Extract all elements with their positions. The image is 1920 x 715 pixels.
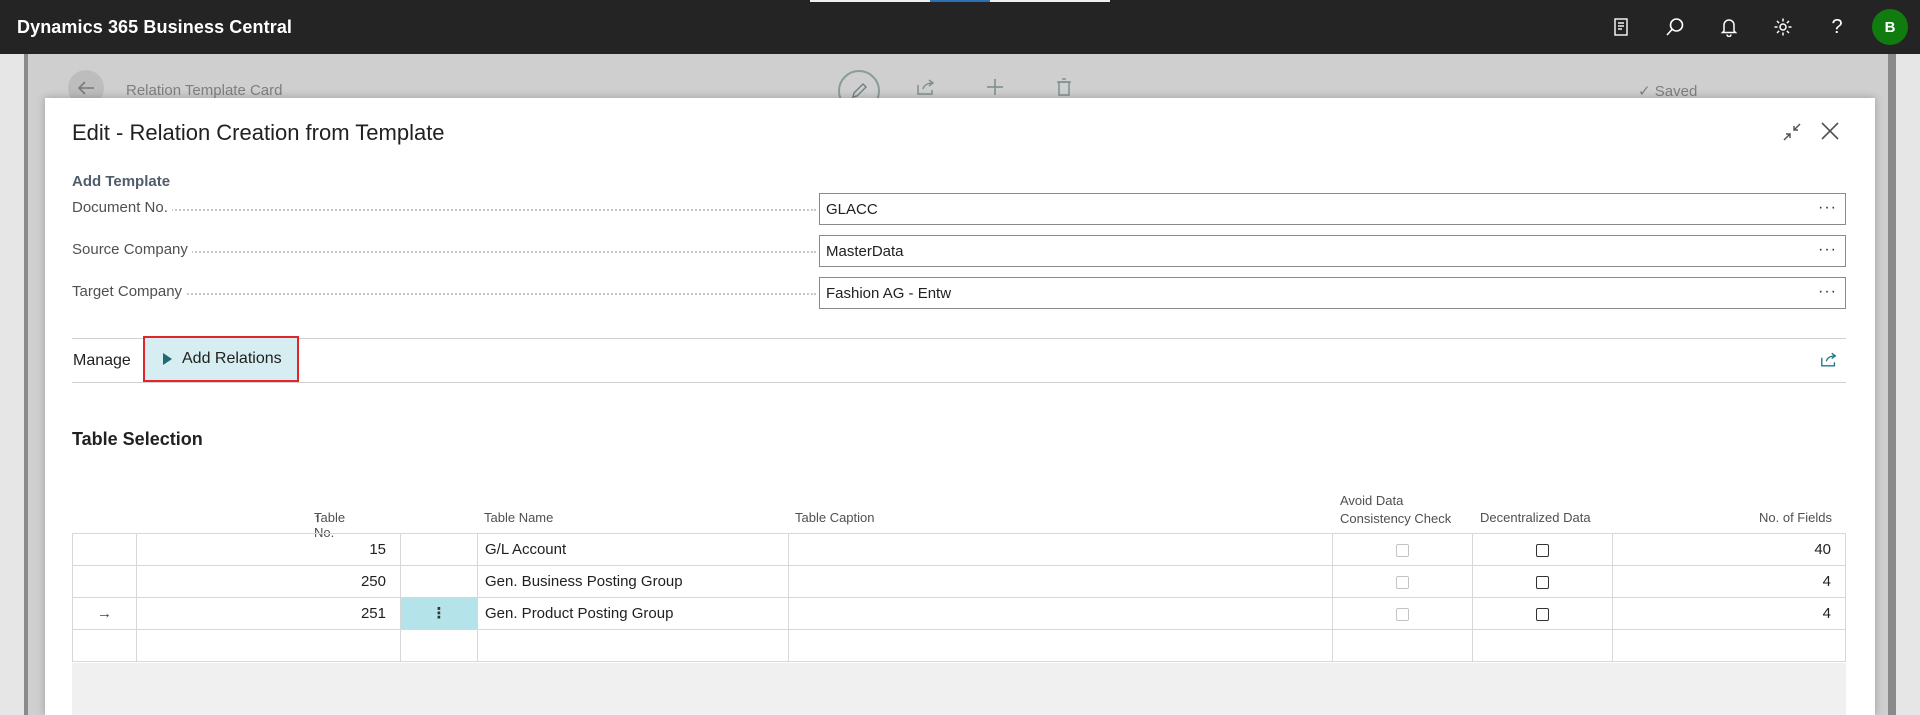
table-no-cell[interactable]: 251	[137, 598, 401, 629]
col-table-name[interactable]: Table Name	[484, 510, 553, 525]
table-grid: 15 G/L Account 40 250 Gen. Business Post…	[72, 533, 1846, 662]
play-icon	[163, 353, 172, 365]
row-menu-cell[interactable]	[401, 630, 478, 661]
bell-icon[interactable]	[1702, 0, 1756, 54]
share-icon[interactable]	[1820, 351, 1838, 373]
table-row-empty[interactable]	[73, 630, 1845, 662]
table-selection-title: Table Selection	[72, 429, 203, 449]
avoid-check-cell	[1333, 630, 1473, 661]
add-relations-button[interactable]: Add Relations	[143, 336, 299, 382]
no-of-fields-cell[interactable]: 4	[1613, 598, 1845, 629]
section-label: Add Template	[72, 173, 171, 190]
row-marker	[73, 630, 137, 661]
lookup-ellipsis-icon[interactable]: ···	[1818, 278, 1837, 306]
table-name-cell[interactable]: G/L Account	[478, 534, 789, 565]
action-bar: Manage Add Relations	[72, 336, 1846, 383]
col-no-of-fields[interactable]: No. of Fields	[1759, 510, 1832, 525]
avoid-check-cell	[1333, 598, 1473, 629]
lookup-ellipsis-icon[interactable]: ···	[1818, 194, 1837, 222]
app-bar-strip-active	[930, 0, 990, 2]
table-row[interactable]: 250 Gen. Business Posting Group 4	[73, 566, 1845, 598]
field-value: MasterData	[826, 243, 904, 260]
row-marker	[73, 534, 137, 565]
background-breadcrumb: Relation Template Card	[126, 82, 283, 99]
manage-menu[interactable]: Manage	[73, 352, 131, 370]
search-icon[interactable]	[1648, 0, 1702, 54]
decentralized-cell[interactable]	[1473, 534, 1613, 565]
table-no-cell[interactable]	[137, 630, 401, 661]
document-no-field[interactable]: GLACC ···	[819, 193, 1846, 225]
row-marker	[73, 566, 137, 597]
table-name-cell[interactable]	[478, 630, 789, 661]
table-row-selected[interactable]: → 251 ⋮ Gen. Product Posting Group 4	[73, 598, 1845, 630]
dotted-leader	[72, 209, 816, 211]
col-avoid-check-line2[interactable]: Consistency Check	[1340, 511, 1451, 526]
avoid-check-cell	[1333, 534, 1473, 565]
dialog-title: Edit - Relation Creation from Template	[72, 120, 445, 145]
decentralized-checkbox[interactable]	[1536, 607, 1549, 621]
app-bar: Dynamics 365 Business Central ? B	[0, 0, 1920, 54]
col-decentralized[interactable]: Decentralized Data	[1480, 510, 1591, 525]
collapse-icon[interactable]	[1782, 122, 1802, 147]
gear-icon[interactable]	[1756, 0, 1810, 54]
decentralized-checkbox[interactable]	[1536, 543, 1549, 557]
row-menu-cell[interactable]	[401, 534, 478, 565]
document-icon[interactable]	[1594, 0, 1648, 54]
decentralized-cell[interactable]	[1473, 630, 1613, 661]
no-of-fields-cell[interactable]: 40	[1613, 534, 1845, 565]
table-empty-area	[72, 663, 1846, 715]
field-value: GLACC	[826, 201, 878, 218]
avoid-check-cell	[1333, 566, 1473, 597]
field-row-document-no: Document No. GLACC ···	[72, 193, 1846, 225]
col-avoid-check-line1[interactable]: Avoid Data	[1340, 493, 1403, 508]
add-relations-label: Add Relations	[182, 350, 282, 367]
decentralized-cell[interactable]	[1473, 566, 1613, 597]
avoid-check-checkbox	[1396, 543, 1409, 557]
table-caption-cell[interactable]	[789, 630, 1333, 661]
table-no-cell[interactable]: 15	[137, 534, 401, 565]
field-value: Fashion AG - Entw	[826, 285, 952, 302]
sort-arrow-icon: ↑	[314, 510, 321, 525]
app-title: Dynamics 365 Business Central	[17, 16, 293, 37]
app-bar-strip	[810, 0, 930, 2]
close-icon[interactable]	[1819, 120, 1841, 147]
row-menu-icon[interactable]: ⋮	[401, 598, 478, 629]
avoid-check-checkbox	[1396, 575, 1409, 589]
row-arrow-icon: →	[73, 598, 137, 629]
row-menu-cell[interactable]	[401, 566, 478, 597]
decentralized-checkbox[interactable]	[1536, 575, 1549, 589]
avoid-check-checkbox	[1396, 607, 1409, 621]
field-label: Source Company	[72, 241, 192, 258]
lookup-ellipsis-icon[interactable]: ···	[1818, 236, 1837, 264]
table-caption-cell[interactable]	[789, 534, 1333, 565]
table-caption-cell[interactable]	[789, 598, 1333, 629]
table-caption-cell[interactable]	[789, 566, 1333, 597]
table-row[interactable]: 15 G/L Account 40	[73, 534, 1845, 566]
field-row-target-company: Target Company Fashion AG - Entw ···	[72, 277, 1846, 309]
table-no-cell[interactable]: 250	[137, 566, 401, 597]
help-icon[interactable]: ?	[1810, 0, 1864, 54]
source-company-field[interactable]: MasterData ···	[819, 235, 1846, 267]
avatar[interactable]: B	[1872, 9, 1908, 45]
field-label: Document No.	[72, 199, 172, 216]
no-of-fields-cell[interactable]	[1613, 630, 1845, 661]
app-bar-strip	[990, 0, 1110, 2]
decentralized-cell[interactable]	[1473, 598, 1613, 629]
col-table-caption[interactable]: Table Caption	[795, 510, 875, 525]
no-of-fields-cell[interactable]: 4	[1613, 566, 1845, 597]
table-name-cell[interactable]: Gen. Business Posting Group	[478, 566, 789, 597]
target-company-field[interactable]: Fashion AG - Entw ···	[819, 277, 1846, 309]
table-name-cell[interactable]: Gen. Product Posting Group	[478, 598, 789, 629]
table-header: Table No. ↑ Table Name Table Caption Avo…	[72, 493, 1846, 540]
field-row-source-company: Source Company MasterData ···	[72, 235, 1846, 267]
field-label: Target Company	[72, 283, 187, 300]
dialog: Edit - Relation Creation from Template A…	[45, 98, 1875, 715]
